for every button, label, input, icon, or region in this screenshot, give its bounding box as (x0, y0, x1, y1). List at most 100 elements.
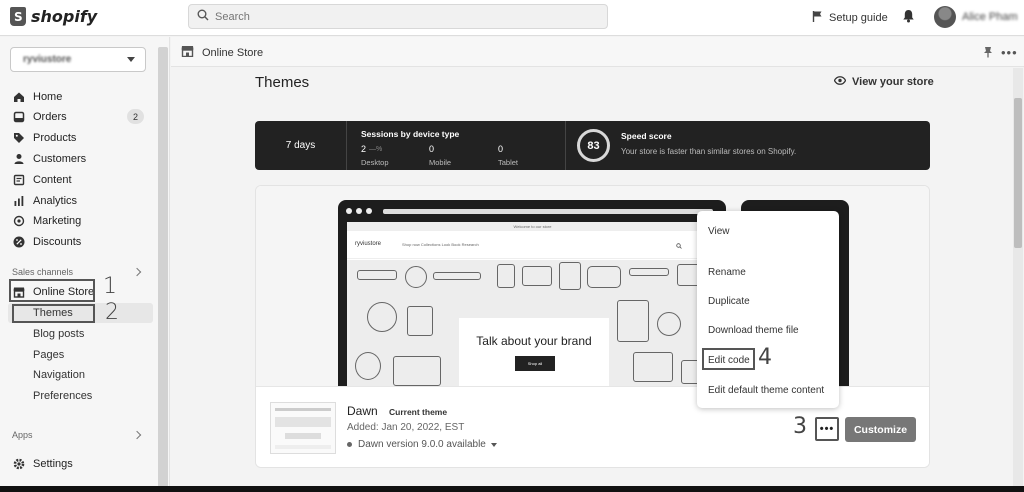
sidebar-item-label: Analytics (33, 195, 78, 207)
theme-name: Dawn (347, 404, 378, 418)
hero-heading: Talk about your brand (476, 334, 592, 348)
breadcrumb: Online Store ••• (171, 37, 1024, 67)
annotation-box-1 (9, 279, 95, 302)
shopify-logo[interactable]: shopify (10, 7, 97, 26)
sidebar-item-label: Content (33, 174, 72, 186)
theme-actions-button[interactable]: ••• (815, 417, 839, 441)
breadcrumb-online-store[interactable]: Online Store (181, 45, 263, 60)
desktop-preview: Welcome to our store ryviustore Shop now… (338, 200, 726, 386)
storefront-icon (181, 45, 194, 60)
theme-thumbnail (270, 402, 336, 454)
view-store-link[interactable]: View your store (833, 76, 934, 88)
gear-icon (12, 458, 25, 471)
sales-channels-heading: Sales channels (12, 267, 74, 277)
sidebar-subitem-navigation[interactable]: Navigation (33, 369, 85, 381)
menu-item-view[interactable]: View (708, 226, 730, 237)
sidebar-item-label: Marketing (33, 215, 82, 227)
analytics-summary: 7 days Sessions by device type 2 —% 0 0 … (255, 121, 930, 170)
target-icon (12, 215, 25, 228)
customize-button[interactable]: Customize (845, 417, 916, 442)
bottom-bar (0, 486, 1024, 492)
sidebar-subitem-blog-posts[interactable]: Blog posts (33, 328, 84, 340)
search-icon (676, 240, 682, 252)
tag-icon (12, 132, 25, 145)
mobile-value: 0 (429, 144, 435, 154)
date-range[interactable]: 7 days (255, 121, 347, 170)
hero-shop-button: Shop all (515, 356, 555, 371)
more-actions-icon[interactable]: ••• (1001, 45, 1018, 60)
sidebar-item-label: Home (33, 91, 63, 103)
speed-score-value: 83 (587, 139, 600, 152)
orders-icon (12, 111, 25, 124)
chevron-right-icon[interactable] (132, 267, 142, 277)
preview-screen: Welcome to our store ryviustore Shop now… (347, 222, 718, 386)
annotation-number-2: 2 (105, 300, 119, 325)
date-range-label: 7 days (285, 140, 316, 151)
theme-added-date: Added: Jan 20, 2022, EST (347, 422, 465, 433)
search-bar[interactable] (188, 4, 608, 29)
menu-item-rename[interactable]: Rename (708, 267, 746, 278)
user-menu[interactable]: Alice Pham (934, 6, 1018, 28)
search-input[interactable] (215, 10, 595, 23)
sidebar-item-customers[interactable]: Customers (12, 150, 86, 168)
site-header: ryviustore Shop now Collections Look Boo… (347, 231, 718, 259)
divider (565, 121, 566, 170)
menu-item-duplicate[interactable]: Duplicate (708, 296, 750, 307)
sidebar-subitem-pages[interactable]: Pages (33, 349, 64, 361)
annotation-box-2 (12, 304, 95, 323)
preview-store-name: ryviustore (355, 241, 382, 247)
search-icon (197, 9, 209, 24)
current-theme-badge: Current theme (389, 407, 448, 417)
speed-score-ring: 83 (577, 129, 610, 162)
chevron-right-icon[interactable] (132, 430, 142, 440)
menu-item-edit-default-content[interactable]: Edit default theme content (708, 385, 824, 396)
sidebar: ryviustore Home Orders Products Customer… (0, 37, 170, 492)
sidebar-item-analytics[interactable]: Analytics (12, 192, 77, 210)
menu-item-download-theme[interactable]: Download theme file (708, 325, 799, 336)
scrollbar-thumb[interactable] (1014, 98, 1022, 248)
desktop-change: —% (369, 146, 383, 153)
apps-heading: Apps (12, 430, 33, 440)
notifications-bell-icon[interactable] (902, 9, 915, 26)
setup-guide-button[interactable]: Setup guide (812, 10, 888, 25)
sidebar-item-home[interactable]: Home (12, 88, 62, 106)
chevron-down-icon (490, 442, 497, 447)
sidebar-item-settings[interactable]: Settings (12, 455, 73, 473)
window-dots (346, 208, 372, 214)
user-name: Alice Pham (962, 11, 1018, 23)
top-bar: shopify Setup guide Alice Pham (0, 0, 1024, 36)
sidebar-scrollbar[interactable] (158, 47, 168, 487)
sidebar-item-label: Products (33, 132, 77, 144)
pin-icon[interactable] (983, 46, 993, 61)
person-icon (12, 153, 25, 166)
theme-version-dropdown[interactable]: Dawn version 9.0.0 available (347, 439, 497, 450)
flag-icon (812, 10, 823, 25)
sidebar-item-content[interactable]: Content (12, 171, 72, 189)
desktop-value: 2 (361, 144, 367, 154)
theme-version-label: Dawn version 9.0.0 available (358, 439, 486, 450)
status-dot (347, 442, 352, 447)
main-scrollbar[interactable] (1013, 68, 1023, 488)
sidebar-item-discounts[interactable]: Discounts (12, 233, 81, 251)
sidebar-subitem-preferences[interactable]: Preferences (33, 390, 92, 402)
announcement-bar: Welcome to our store (347, 222, 718, 231)
shopify-bag-icon (10, 7, 26, 26)
avatar (934, 6, 956, 28)
address-bar (383, 209, 713, 214)
store-selector[interactable]: ryviustore (10, 47, 146, 72)
speed-score-title: Speed score (621, 131, 672, 141)
preview-nav-links: Shop now Collections Look Book Research (402, 242, 479, 247)
sidebar-item-marketing[interactable]: Marketing (12, 212, 81, 230)
tablet-label: Tablet (498, 158, 519, 167)
sidebar-item-products[interactable]: Products (12, 129, 76, 147)
discount-icon (12, 236, 25, 249)
annotation-number-3: 3 (793, 414, 807, 439)
annotation-box-4 (702, 348, 755, 370)
content-icon (12, 174, 25, 187)
sessions-title: Sessions by device type (361, 129, 460, 139)
bar-chart-icon (12, 195, 25, 208)
tablet-value: 0 (498, 144, 504, 154)
sidebar-item-orders[interactable]: Orders (12, 108, 67, 126)
store-name: ryviustore (23, 54, 72, 65)
sidebar-item-label: Orders (33, 111, 67, 123)
